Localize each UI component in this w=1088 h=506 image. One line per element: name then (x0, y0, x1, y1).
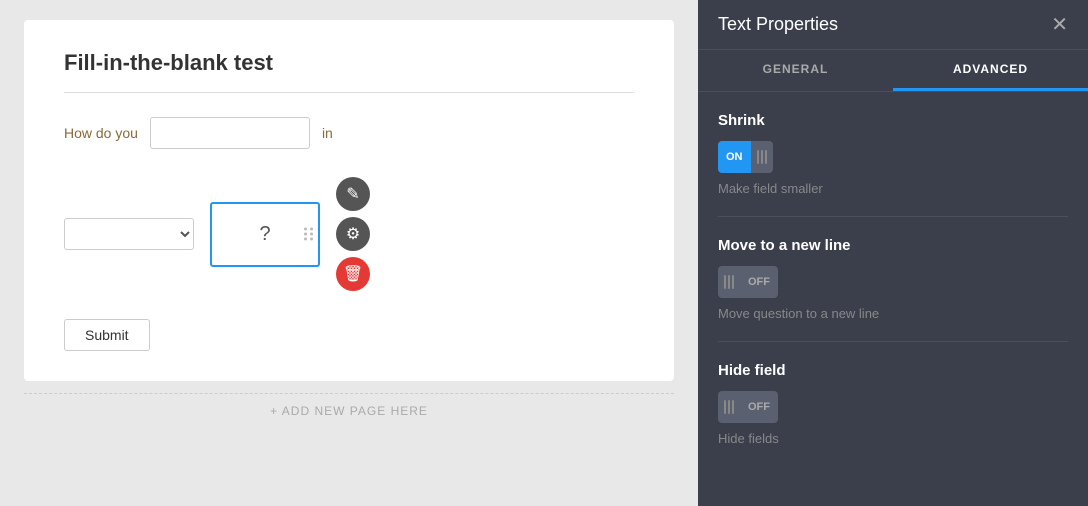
drag-handle[interactable] (304, 228, 314, 241)
form-row-1: How do you in (64, 117, 634, 149)
shrink-toggle-off-side (751, 141, 773, 173)
hide-toggle-off: OFF (740, 391, 778, 423)
form-divider (64, 92, 634, 93)
hide-toggle-container: OFF (718, 391, 1068, 423)
drag-dot (310, 238, 313, 241)
drag-dot (304, 228, 307, 231)
close-button[interactable]: ✕ (1051, 15, 1068, 35)
hide-field-section: Hide field OFF Hide fields (718, 362, 1068, 466)
panel-title: Text Properties (718, 14, 838, 35)
form-row-2: ? ✎ ⚙ 🗑 (64, 177, 634, 291)
question-box[interactable]: ? (210, 202, 320, 267)
action-buttons: ✎ ⚙ 🗑 (336, 177, 370, 291)
toggle-line-3 (732, 400, 734, 414)
toggle-line-2 (728, 275, 730, 289)
form-card: Fill-in-the-blank test How do you in ? (24, 20, 674, 381)
toggle-line-1 (724, 400, 726, 414)
panel-content: Shrink ON Make field smaller Move to a n… (698, 92, 1088, 506)
shrink-toggle-on: ON (718, 141, 751, 173)
text-input-1[interactable] (150, 117, 310, 149)
toggle-line-3 (765, 150, 767, 164)
toggle-line-2 (761, 150, 763, 164)
tab-advanced[interactable]: ADVANCED (893, 50, 1088, 91)
right-panel: Text Properties ✕ GENERAL ADVANCED Shrin… (698, 0, 1088, 506)
panel-header: Text Properties ✕ (698, 0, 1088, 50)
form-label-in: in (322, 125, 333, 141)
tab-general[interactable]: GENERAL (698, 50, 893, 91)
tabs-container: GENERAL ADVANCED (698, 50, 1088, 92)
gear-icon: ⚙ (346, 224, 360, 244)
toggle-line-1 (757, 150, 759, 164)
move-to-new-line-label: Move to a new line (718, 237, 1068, 254)
hide-description: Hide fields (718, 431, 1068, 446)
drag-dot (304, 238, 307, 241)
shrink-section: Shrink ON Make field smaller (718, 112, 1068, 217)
edit-button[interactable]: ✎ (336, 177, 370, 211)
toggle-line-2 (728, 400, 730, 414)
submit-button[interactable]: Submit (64, 319, 150, 351)
pencil-icon: ✎ (346, 184, 359, 204)
move-description: Move question to a new line (718, 306, 1068, 321)
move-toggle-container: OFF (718, 266, 1068, 298)
move-toggle-left (718, 266, 740, 298)
drag-dot (310, 228, 313, 231)
form-title: Fill-in-the-blank test (64, 50, 634, 76)
hide-toggle-left (718, 391, 740, 423)
settings-button[interactable]: ⚙ (336, 217, 370, 251)
add-page-bar[interactable]: + ADD NEW PAGE HERE (24, 393, 674, 418)
toggle-line-3 (732, 275, 734, 289)
trash-icon: 🗑 (343, 264, 363, 284)
drag-dot (310, 233, 313, 236)
drag-dot (304, 233, 307, 236)
shrink-description: Make field smaller (718, 181, 1068, 196)
delete-button[interactable]: 🗑 (336, 257, 370, 291)
hide-toggle[interactable]: OFF (718, 391, 778, 423)
select-dropdown[interactable] (64, 218, 194, 250)
shrink-toggle-container: ON (718, 141, 1068, 173)
left-panel: Fill-in-the-blank test How do you in ? (0, 0, 698, 506)
move-to-new-line-section: Move to a new line OFF Move question to … (718, 237, 1068, 342)
shrink-toggle[interactable]: ON (718, 141, 773, 173)
move-toggle-off: OFF (740, 266, 778, 298)
toggle-line-1 (724, 275, 726, 289)
shrink-label: Shrink (718, 112, 1068, 129)
form-label-how: How do you (64, 125, 138, 141)
hide-field-label: Hide field (718, 362, 1068, 379)
question-mark: ? (259, 223, 270, 246)
move-toggle[interactable]: OFF (718, 266, 778, 298)
